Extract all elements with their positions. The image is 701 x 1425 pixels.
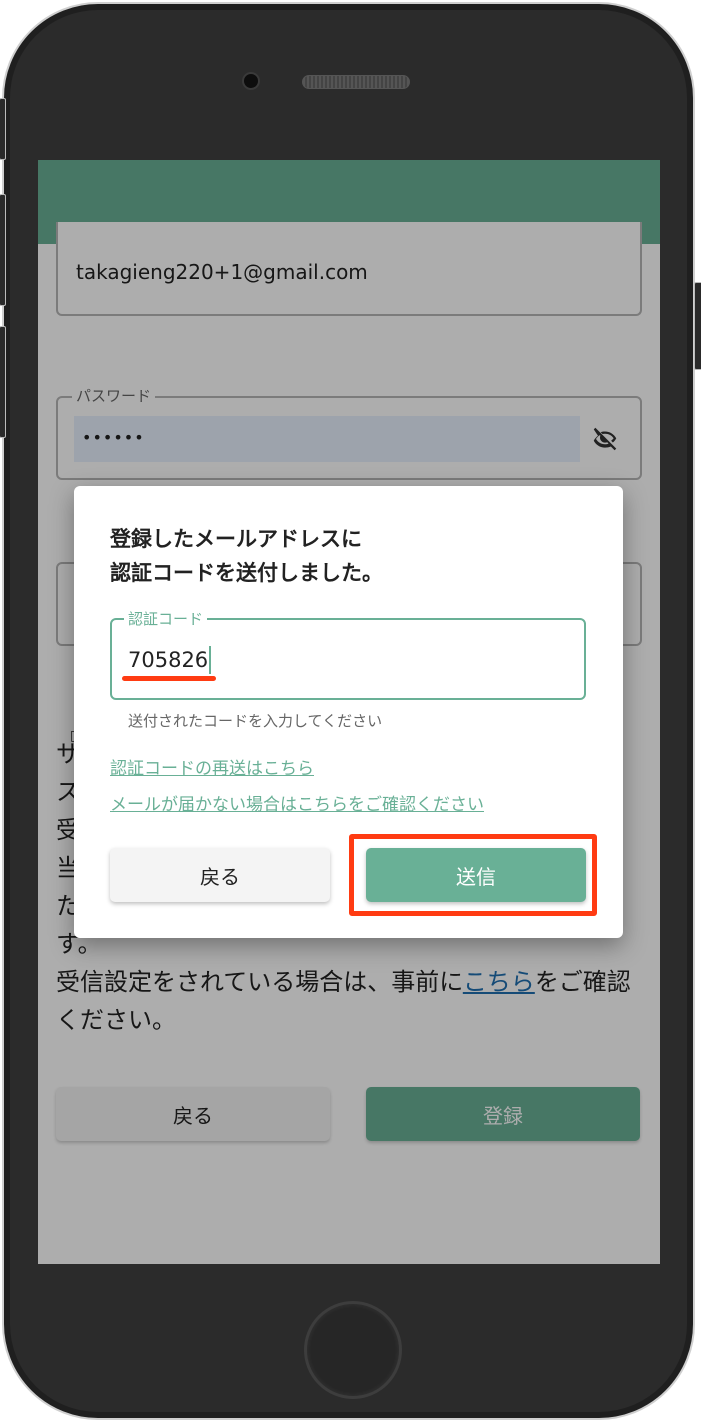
- phone-frame: takagieng220+1@gmail.com パスワード •••••• □ …: [2, 2, 695, 1420]
- text-caret: [209, 646, 211, 674]
- mail-not-received-link[interactable]: メールが届かない場合はこちらをご確認ください: [110, 790, 484, 815]
- code-helper-text: 送付されたコードを入力してください: [128, 712, 383, 730]
- dialog-title: 登録したメールアドレスに 認証コードを送付しました。: [110, 522, 590, 590]
- dialog-title-line-1: 登録したメールアドレスに: [110, 527, 362, 551]
- verification-code-label: 認証コード: [124, 608, 208, 629]
- mute-switch: [0, 98, 6, 160]
- home-button[interactable]: [304, 1301, 402, 1399]
- volume-up-button: [0, 194, 6, 306]
- verification-code-field[interactable]: 認証コード 705826: [110, 608, 586, 700]
- dialog-send-button[interactable]: 送信: [366, 848, 586, 902]
- power-button: [694, 282, 701, 370]
- app-screen: takagieng220+1@gmail.com パスワード •••••• □ …: [38, 160, 660, 1264]
- dialog-title-line-2: 認証コードを送付しました。: [110, 561, 383, 585]
- verification-code-value[interactable]: 705826: [128, 648, 208, 672]
- dialog-back-button[interactable]: 戻る: [110, 848, 330, 902]
- resend-code-link[interactable]: 認証コードの再送はこちら: [110, 754, 314, 779]
- verification-dialog: 登録したメールアドレスに 認証コードを送付しました。 認証コード 705826 …: [74, 486, 623, 938]
- volume-down-button: [0, 326, 6, 438]
- earpiece-speaker: [302, 75, 410, 89]
- front-camera: [242, 72, 260, 90]
- annotation-underline: [122, 676, 216, 681]
